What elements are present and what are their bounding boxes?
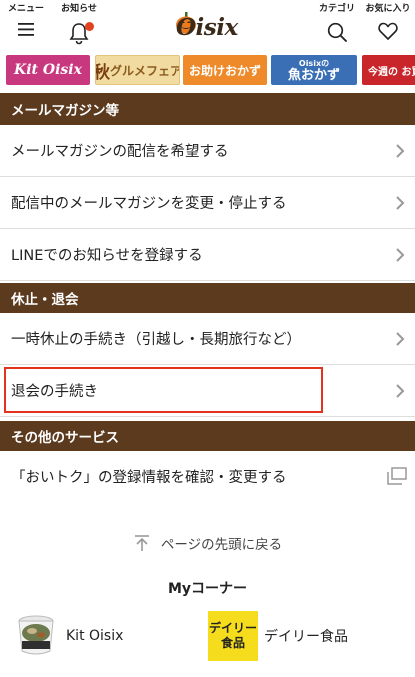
row-label: メールマガジンの配信を希望する [11,144,229,160]
kit-oisix-label: Kit Oisix [66,628,124,644]
banner-helper-text: お助けおかず [188,63,261,78]
banner-fish-text: 魚おかず [287,68,340,83]
notice-button[interactable]: お知らせ [55,4,103,45]
banner-helper-dishes[interactable]: お助けおかず [183,55,267,85]
back-to-top-link[interactable]: ページの先頭に戻る [0,529,415,557]
top-header: メニュー お知らせ Oisix カテゴリ お気に入り [0,0,415,50]
daily-thumb-line1: デイリー [208,621,257,635]
chevron-right-icon [396,383,405,398]
banner-autumn-gourmet[interactable]: 秋 グルメフェア [95,55,180,85]
logo-text: Oisix [176,14,238,41]
chevron-right-icon [396,195,405,210]
category-label: カテゴリ [318,4,355,14]
campaign-banners: Kit Oisix 秋 グルメフェア お助けおかず Oisixの 魚おかず 今週… [0,55,415,87]
row-label: 「おいトク」の登録情報を確認・変更する [11,469,287,486]
row-label: LINEでのお知らせを登録する [11,248,203,264]
back-to-top-label: ページの先頭に戻る [160,537,283,553]
arrow-up-icon [134,535,149,551]
favorite-button[interactable]: お気に入り [364,4,412,41]
banner-weekly-deals[interactable]: 今週の お買い [362,55,415,85]
hamburger-icon [18,23,34,36]
oisix-logo[interactable]: Oisix [168,10,248,41]
chevron-right-icon [396,143,405,158]
section-title: その他のサービス [11,430,119,446]
daily-thumb-line2: 食品 [220,636,245,650]
chevron-right-icon [396,331,405,346]
row-line-register[interactable]: LINEでのお知らせを登録する [0,229,415,281]
banner-kit-oisix[interactable]: Kit Oisix [6,55,90,85]
notice-label: お知らせ [61,4,97,14]
category-button[interactable]: カテゴリ [313,4,361,43]
row-temporary-suspend[interactable]: 一時休止の手続き（引越し・長期旅行など） [0,313,415,365]
chevron-right-icon [396,247,405,262]
section-header-suspend: 休止・退会 [0,283,415,313]
menu-label: メニュー [7,4,44,14]
row-label: 一時休止の手続き（引越し・長期旅行など） [11,332,301,348]
menu-button[interactable]: メニュー [2,4,50,37]
banner-kit-oisix-text: Kit Oisix [14,62,82,78]
kit-oisix-thumbnail [14,613,58,659]
banner-weekly-text: 今週の お買い [368,66,415,78]
banner-autumn-text: グルメフェア [110,63,180,78]
daily-food-thumbnail: デイリー 食品 [208,611,258,661]
heart-icon [378,22,398,40]
corner-item-daily-food[interactable]: デイリー 食品 デイリー食品 [208,610,348,662]
row-label: 退会の手続き [11,384,98,400]
daily-food-label: デイリー食品 [264,629,348,645]
notice-badge [85,22,94,31]
row-change-mail[interactable]: 配信中のメールマガジンを変更・停止する [0,177,415,229]
external-window-icon [387,467,407,485]
section-header-other: その他のサービス [0,421,415,451]
section-header-mail: メールマガジン等 [0,93,415,125]
meal-kit-image [18,615,54,655]
section-title: メールマガジン等 [11,103,119,119]
favorite-label: お気に入り [365,4,411,14]
section-title: 休止・退会 [11,292,79,308]
row-oitoku[interactable]: 「おいトク」の登録情報を確認・変更する [0,451,415,501]
search-icon [327,22,347,42]
row-subscribe-mail[interactable]: メールマガジンの配信を希望する [0,125,415,177]
row-label: 配信中のメールマガジンを変更・停止する [11,196,287,212]
corner-item-kit-oisix[interactable]: Kit Oisix [14,610,123,662]
banner-autumn-char: 秋 [96,58,110,83]
row-withdraw[interactable]: 退会の手続き [0,365,415,417]
banner-fish-dishes[interactable]: Oisixの 魚おかず [271,55,357,85]
my-corner-title: Myコーナー [167,581,248,597]
